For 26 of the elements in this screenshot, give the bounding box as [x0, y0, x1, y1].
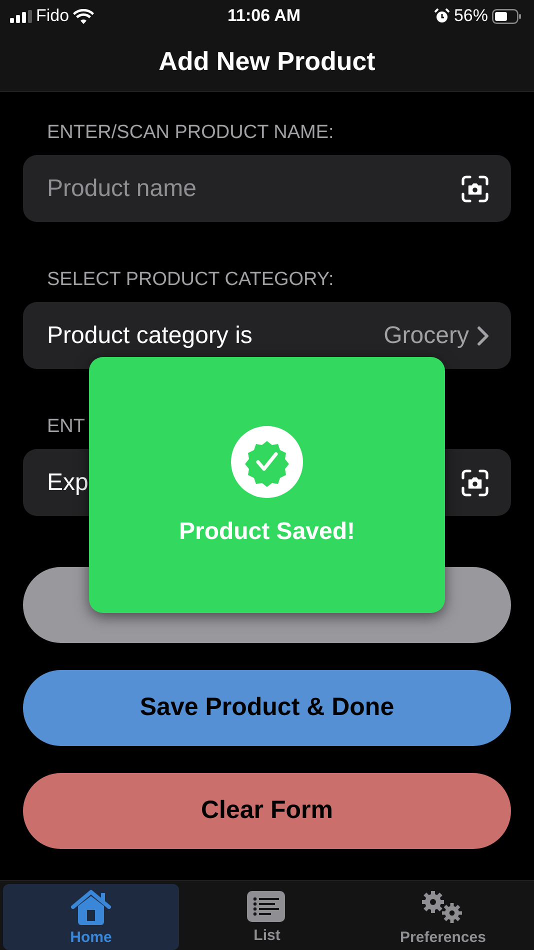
field-label: ENT: [47, 416, 86, 438]
camera-icon[interactable]: [461, 468, 489, 496]
verified-check-icon: [231, 426, 303, 498]
field-label: ENTER/SCAN PRODUCT NAME:: [47, 122, 335, 144]
toast-message: Product Saved!: [178, 517, 356, 547]
action-button[interactable]: Clear Form: [23, 773, 511, 849]
tab-button[interactable]: List: [179, 884, 355, 950]
battery-percent: 56%: [454, 5, 488, 28]
tab-button[interactable]: Home: [3, 884, 179, 950]
battery-icon: [492, 8, 522, 24]
field-label: SELECT PRODUCT CATEGORY:: [47, 269, 335, 291]
input-field[interactable]: Exp: [47, 464, 461, 500]
wifi-icon: [73, 8, 94, 24]
home-icon: [70, 889, 112, 925]
chevron-icon: [477, 326, 489, 346]
input-field[interactable]: Product name: [47, 170, 461, 206]
alarm-icon: [434, 8, 450, 24]
camera-icon[interactable]: [461, 174, 489, 202]
text-field[interactable]: Product name: [23, 155, 511, 222]
clock-time: 11:06 AM: [227, 5, 301, 28]
page-title: Add New Product: [158, 45, 376, 78]
action-button[interactable]: Save Product & Done: [23, 670, 511, 746]
tab-button[interactable]: Preferences: [355, 884, 531, 950]
carrier-name: Fido: [36, 5, 70, 28]
signal-icon: [10, 10, 32, 22]
list-icon: [247, 889, 287, 923]
